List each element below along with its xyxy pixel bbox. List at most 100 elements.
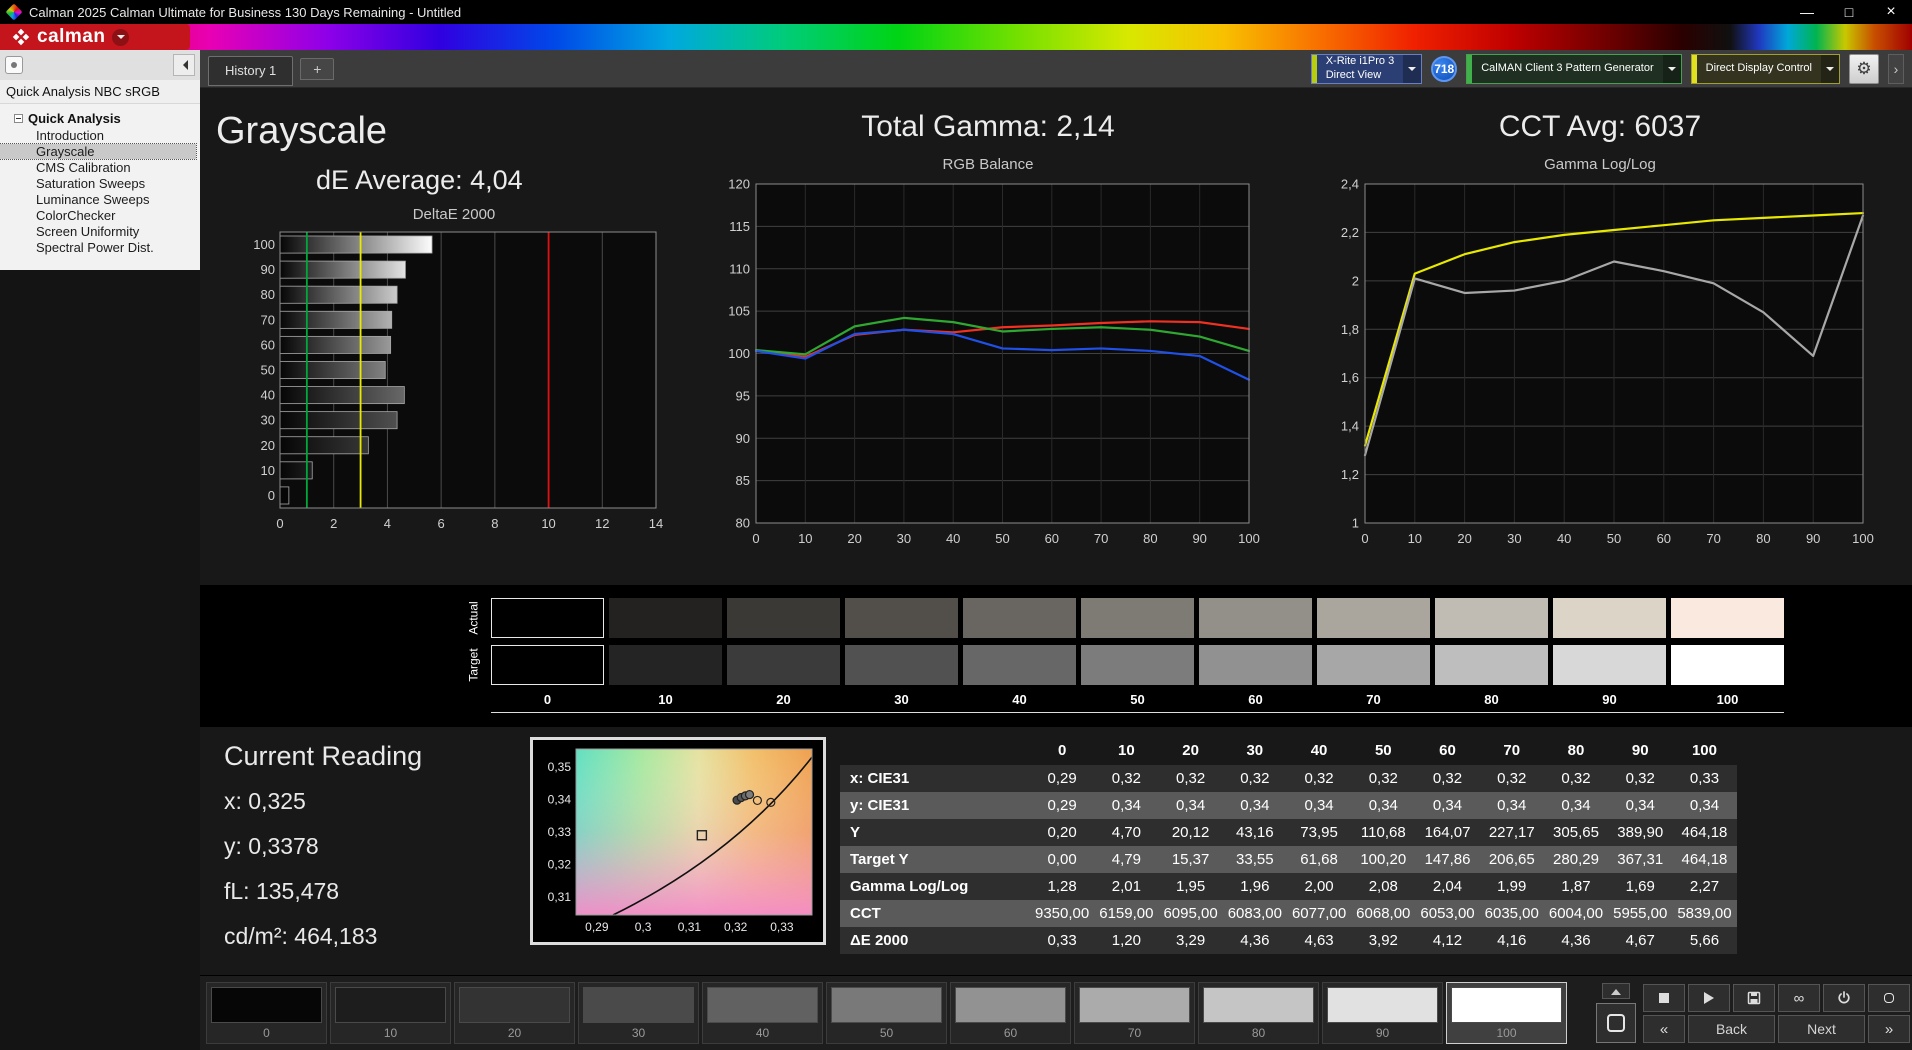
first-button[interactable]: « xyxy=(1643,1015,1685,1043)
power-icon xyxy=(1838,991,1850,1004)
table-column-header-50: 50 xyxy=(1374,741,1392,759)
loop-button[interactable]: ∞ xyxy=(1778,984,1820,1012)
reading-x: x: 0,325 xyxy=(224,788,306,814)
pattern-extra-button[interactable] xyxy=(1868,984,1910,1012)
table-cell: 1,87 xyxy=(1561,878,1591,895)
sidebar-header-bar xyxy=(0,50,200,80)
stop-button[interactable] xyxy=(1643,984,1685,1012)
table-column-header-10: 10 xyxy=(1118,741,1135,759)
meter-dropdown[interactable]: X-Rite i1Pro 3 Direct View xyxy=(1310,53,1423,84)
pattern-level-button-90[interactable]: 90 xyxy=(1322,982,1443,1044)
target-swatch-20 xyxy=(727,645,840,685)
table-cell: 0,32 xyxy=(1625,770,1655,787)
tree-expander-icon[interactable] xyxy=(14,114,23,123)
target-row-label: Target xyxy=(467,648,482,682)
svg-text:95: 95 xyxy=(735,388,749,403)
tree-root-row[interactable]: Quick Analysis xyxy=(0,110,200,127)
de-average-value: dE Average: 4,04 xyxy=(316,165,523,195)
table-cell: 5,66 xyxy=(1689,932,1720,949)
pattern-level-button-20[interactable]: 20 xyxy=(454,982,575,1044)
table-cell: 147,86 xyxy=(1424,851,1471,868)
svg-text:50: 50 xyxy=(1607,531,1621,546)
pattern-level-button-10[interactable]: 10 xyxy=(330,982,451,1044)
pattern-level-button-50[interactable]: 50 xyxy=(826,982,947,1044)
calman-logo-chip[interactable]: calman xyxy=(0,24,190,50)
play-button[interactable] xyxy=(1688,984,1730,1012)
pattern-level-button-80[interactable]: 80 xyxy=(1198,982,1319,1044)
table-column-header-60: 60 xyxy=(1439,741,1456,759)
meter-mode: Direct View xyxy=(1325,68,1382,81)
svg-text:30: 30 xyxy=(261,413,275,428)
grayscale-swatch-strip: Actual Target 0 10 20 30 40 50 60 70 80 90 100 xyxy=(200,585,1912,727)
table-cell: 2,27 xyxy=(1689,878,1720,895)
pattern-window-button[interactable] xyxy=(1596,1003,1636,1043)
table-cell: 0,20 xyxy=(1047,824,1077,841)
table-cell: 5955,00 xyxy=(1613,905,1668,922)
sidebar-collapse-button[interactable] xyxy=(173,54,195,76)
last-button[interactable]: » xyxy=(1868,1015,1910,1043)
maximize-button[interactable]: □ xyxy=(1828,0,1870,24)
pattern-up-button[interactable] xyxy=(1602,983,1630,999)
pattern-generator-dropdown[interactable]: CalMAN Client 3 Pattern Generator xyxy=(1466,53,1682,84)
back-button[interactable]: Back xyxy=(1688,1015,1775,1043)
svg-text:60: 60 xyxy=(261,337,275,352)
svg-text:105: 105 xyxy=(728,304,750,319)
sidebar-item-grayscale[interactable]: Grayscale xyxy=(0,143,197,160)
svg-text:80: 80 xyxy=(1756,531,1770,546)
toolbar-more-button[interactable]: › xyxy=(1888,53,1904,84)
table-cell: 0,32 xyxy=(1368,770,1398,787)
pattern-level-button-40[interactable]: 40 xyxy=(702,982,823,1044)
row-label: x: CIE31 xyxy=(850,770,910,787)
pattern-level-button-60[interactable]: 60 xyxy=(950,982,1071,1044)
charts-region: Grayscale dE Average: 4,04 DeltaE 2000 0… xyxy=(200,88,1912,585)
table-cell: 4,12 xyxy=(1432,932,1463,949)
sidebar-filler xyxy=(0,270,200,1050)
table-cell: 0,32 xyxy=(1111,770,1141,787)
svg-text:60: 60 xyxy=(1657,531,1671,546)
sidebar-item-cms-calibration[interactable]: CMS Calibration xyxy=(0,160,196,175)
pin-button[interactable] xyxy=(5,56,23,74)
sidebar-item-luminance-sweeps[interactable]: Luminance Sweeps xyxy=(0,192,196,207)
sidebar-item-colorchecker[interactable]: ColorChecker xyxy=(0,208,196,223)
table-cell: 0,34 xyxy=(1689,797,1720,814)
svg-text:90: 90 xyxy=(735,431,749,446)
display-control-dropdown[interactable]: Direct Display Control xyxy=(1690,53,1840,84)
table-cell: 6068,00 xyxy=(1356,905,1411,922)
minimize-button[interactable]: — xyxy=(1786,0,1828,24)
total-gamma-value: Total Gamma: 2,14 xyxy=(861,110,1115,143)
next-button[interactable]: Next xyxy=(1778,1015,1865,1043)
cie-scatter-chart: 0,29 0,3 0,31 0,32 0,33 0,31 0,32 0,33 0,34 0,35 xyxy=(548,748,813,934)
tab-history-1[interactable]: History 1 xyxy=(208,55,294,86)
table-cell: 15,37 xyxy=(1171,851,1210,868)
workspace: History 1 + X-Rite i1Pro 3 Direct View 7… xyxy=(200,50,1912,1050)
patch-level-label: 50 xyxy=(879,1025,894,1040)
pattern-level-button-100[interactable]: 100 xyxy=(1446,982,1567,1044)
table-cell: 389,90 xyxy=(1617,824,1664,841)
power-button[interactable] xyxy=(1823,984,1865,1012)
table-column-header-70: 70 xyxy=(1503,741,1521,759)
patch-swatch xyxy=(459,986,570,1023)
sidebar-item-saturation-sweeps[interactable]: Saturation Sweeps xyxy=(0,176,196,191)
table-cell: 0,34 xyxy=(1625,797,1655,814)
svg-text:120: 120 xyxy=(728,177,750,192)
settings-button[interactable]: ⚙ xyxy=(1849,53,1879,84)
reading-y: y: 0,3378 xyxy=(224,833,319,859)
pattern-level-button-0[interactable]: 0 xyxy=(206,982,327,1044)
save-button[interactable] xyxy=(1733,984,1775,1012)
svg-text:70: 70 xyxy=(1706,531,1720,546)
table-cell: 0,29 xyxy=(1047,770,1077,787)
pattern-level-button-30[interactable]: 30 xyxy=(578,982,699,1044)
swatch-label-100: 100 xyxy=(1716,692,1739,707)
svg-text:20: 20 xyxy=(1457,531,1471,546)
calman-app-window: Calman 2025 Calman Ultimate for Business… xyxy=(0,0,1912,1050)
brand-menu-button[interactable] xyxy=(112,28,130,46)
table-cell: 20,12 xyxy=(1171,824,1210,841)
table-cell: 6077,00 xyxy=(1291,905,1347,922)
sidebar-item-screen-uniformity[interactable]: Screen Uniformity xyxy=(0,224,196,239)
sidebar-item-introduction[interactable]: Introduction xyxy=(0,128,196,143)
add-tab-button[interactable]: + xyxy=(300,57,335,80)
pattern-level-button-70[interactable]: 70 xyxy=(1074,982,1195,1044)
sidebar-item-spectral-power-dist[interactable]: Spectral Power Dist. xyxy=(0,240,196,255)
patch-level-label: 40 xyxy=(755,1025,770,1040)
close-button[interactable]: × xyxy=(1870,0,1912,24)
